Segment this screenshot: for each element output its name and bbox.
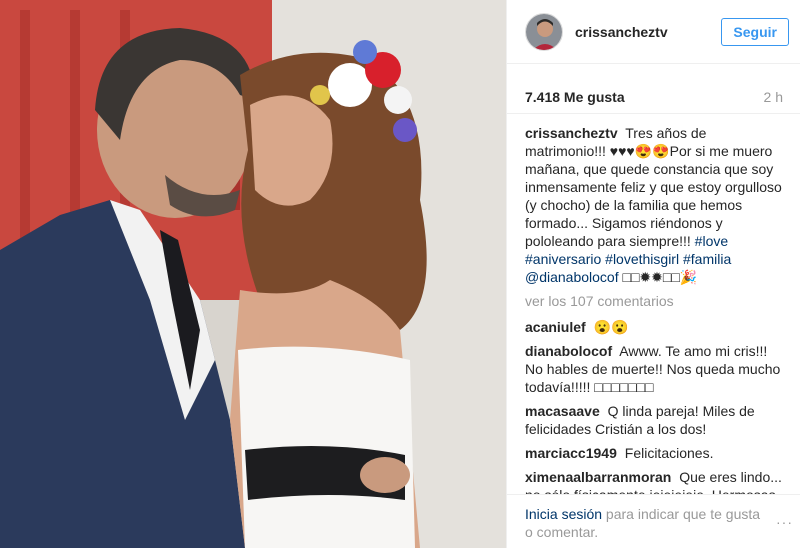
more-options-icon[interactable]: ··· [776,513,793,531]
instagram-post: crissancheztv Seguir 7.418 Me gusta 2 h … [0,0,800,548]
login-prompt: Inicia sesión para indicar que te gusta … [507,494,800,548]
post-header: crissancheztv Seguir [507,0,800,64]
avatar[interactable] [525,12,563,51]
login-link[interactable]: Inicia sesión [525,506,602,522]
caption-tail: □□✹✹□□🎉 [622,269,698,285]
comment-item: ximenaalbarranmoran Que eres lindo... no… [525,468,789,494]
comment-username[interactable]: macasaave [525,403,600,419]
comment-text: Felicitaciones. [624,445,714,461]
comment-item: macasaave Q linda pareja! Miles de felic… [525,402,789,438]
comment-username[interactable]: acaniulef [525,319,586,335]
comment-username[interactable]: ximenaalbarranmoran [525,469,671,485]
comment-text: 😮😮 [593,319,629,335]
caption-text: Tres años de matrimonio!!! ♥♥♥😍😍Por si m… [525,125,782,249]
post-photo[interactable] [0,0,506,548]
comments-list[interactable]: crissancheztv Tres años de matrimonio!!!… [507,120,800,494]
follow-button[interactable]: Seguir [721,17,789,46]
post-time[interactable]: 2 h [764,89,783,105]
caption-username[interactable]: crissancheztv [525,125,618,141]
username-link[interactable]: crissancheztv [575,24,721,40]
comment-item: acaniulef 😮😮 [525,318,789,336]
comment-username[interactable]: marciacc1949 [525,445,617,461]
hashtag-link[interactable]: #love [695,233,728,249]
comment-item: marciacc1949 Felicitaciones. [525,444,789,462]
mention-link[interactable]: @dianabolocof [525,269,619,285]
hashtag-link[interactable]: #familia [683,251,731,267]
post-sidebar: crissancheztv Seguir 7.418 Me gusta 2 h … [506,0,800,548]
view-all-comments-link[interactable]: ver los 107 comentarios [525,292,789,310]
profile-photo-icon [526,13,562,50]
hashtag-link[interactable]: #lovethisgirl [605,251,679,267]
comment-username[interactable]: dianabolocof [525,343,612,359]
caption: crissancheztv Tres años de matrimonio!!!… [525,124,789,286]
comment-item: dianabolocof Awww. Te amo mi cris!!! No … [525,342,789,396]
wedding-kiss-photo [0,0,506,548]
hashtag-link[interactable]: #aniversario [525,251,601,267]
post-meta: 7.418 Me gusta 2 h [507,80,800,114]
likes-count[interactable]: 7.418 Me gusta [525,89,625,105]
